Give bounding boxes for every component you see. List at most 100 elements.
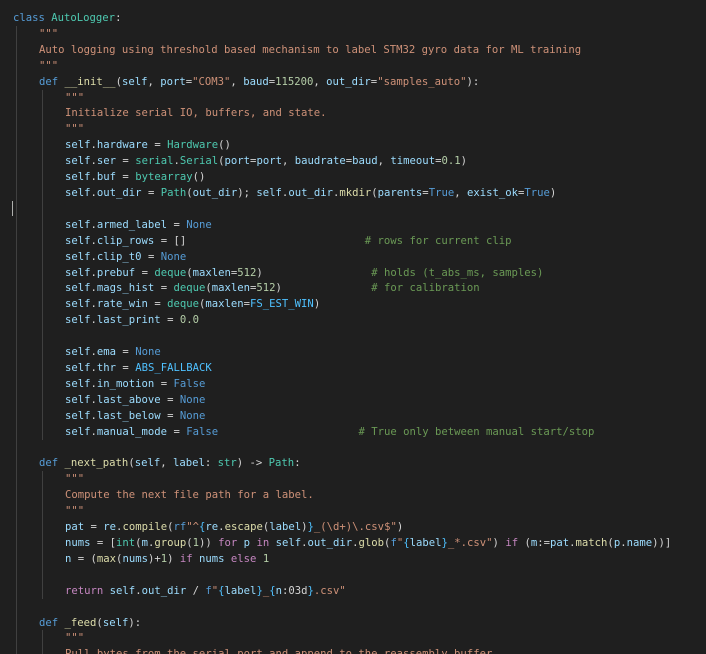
code-token: : bbox=[115, 12, 122, 24]
code-token: _(\d+)\.csv$" bbox=[313, 521, 397, 534]
code-line[interactable]: self.ser = serial.Serial(port=port, baud… bbox=[0, 153, 706, 169]
code-token: self bbox=[65, 314, 91, 327]
code-line[interactable]: self.last_below = None bbox=[0, 408, 706, 424]
code-token: FS_EST_WIN bbox=[250, 298, 314, 311]
code-line-text: """ bbox=[65, 503, 84, 519]
code-line[interactable]: self.clip_t0 = None bbox=[0, 249, 706, 265]
code-token: def bbox=[39, 75, 59, 88]
code-line[interactable]: """ bbox=[0, 471, 706, 487]
code-line[interactable]: pat = re.compile(rf"^{re.escape(label)}_… bbox=[0, 519, 706, 535]
code-line[interactable]: """ bbox=[0, 630, 706, 646]
code-line[interactable]: self.out_dir = Path(out_dir); self.out_d… bbox=[0, 185, 706, 201]
code-line[interactable]: return self.out_dir / f"{label}_{n:03d}.… bbox=[0, 583, 706, 599]
code-token: self bbox=[65, 171, 91, 184]
code-line-text: self.clip_t0 = None bbox=[65, 249, 186, 265]
code-token: ) -> bbox=[236, 457, 269, 470]
code-line[interactable]: Pull bytes from the serial port and appe… bbox=[0, 646, 706, 654]
code-token: True bbox=[524, 187, 550, 199]
code-line[interactable]: """ bbox=[0, 90, 706, 106]
code-token: , bbox=[377, 155, 391, 168]
code-line-text: Pull bytes from the serial port and appe… bbox=[65, 646, 499, 654]
code-token: for bbox=[211, 537, 244, 550]
code-line[interactable]: self.hardware = Hardware() bbox=[0, 137, 706, 153]
code-token: None bbox=[160, 250, 187, 263]
code-line[interactable]: nums = [int(m.group(1)) for p in self.ou… bbox=[0, 535, 706, 551]
code-token: deque bbox=[154, 266, 187, 279]
code-token: = bbox=[147, 139, 168, 152]
code-line[interactable]: self.last_print = 0.0 bbox=[0, 312, 706, 328]
code-token: = bbox=[116, 346, 136, 359]
code-line-text: self.armed_label = None bbox=[65, 217, 212, 233]
code-line[interactable]: self.armed_label = None bbox=[0, 217, 706, 233]
code-line-text: self.manual_mode = False # True only bet… bbox=[65, 424, 594, 440]
code-line-text: """ bbox=[65, 630, 84, 646]
code-token: manual_mode bbox=[96, 425, 168, 438]
code-token: _next_path bbox=[64, 457, 129, 470]
code-token: , bbox=[313, 75, 327, 88]
code-line[interactable]: self.ema = None bbox=[0, 344, 706, 360]
code-line[interactable]: Auto logging using threshold based mecha… bbox=[0, 42, 706, 58]
code-token: ema bbox=[96, 346, 117, 359]
code-line[interactable]: self.buf = bytearray() bbox=[0, 169, 706, 185]
code-line[interactable] bbox=[0, 567, 706, 583]
code-line[interactable]: self.thr = ABS_FALLBACK bbox=[0, 360, 706, 376]
code-line[interactable]: def __init__(self, port="COM3", baud=115… bbox=[0, 74, 706, 90]
code-line[interactable]: self.clip_rows = [] # rows for current c… bbox=[0, 233, 706, 249]
code-token: "samples_auto" bbox=[377, 75, 467, 88]
code-line-text: self.ser = serial.Serial(port=port, baud… bbox=[65, 153, 467, 169]
code-line[interactable]: self.mags_hist = deque(maxlen=512) # for… bbox=[0, 280, 706, 296]
code-editor[interactable]: class AutoLogger: """ Auto logging using t… bbox=[0, 0, 706, 654]
code-line[interactable]: self.prebuf = deque(maxlen=512) # holds … bbox=[0, 265, 706, 281]
code-token: False bbox=[186, 425, 219, 438]
code-token: ) bbox=[313, 298, 321, 311]
code-line[interactable]: """ bbox=[0, 58, 706, 74]
code-token: str bbox=[217, 457, 237, 470]
code-line[interactable]: self.last_above = None bbox=[0, 392, 706, 408]
code-line[interactable]: self.manual_mode = False # True only bet… bbox=[0, 424, 706, 440]
code-token: self bbox=[121, 75, 148, 88]
code-token: Auto logging using threshold based mecha… bbox=[39, 43, 582, 56]
code-line[interactable] bbox=[0, 440, 706, 456]
code-line[interactable]: def _feed(self): bbox=[0, 615, 706, 631]
code-token: _*.csv" bbox=[447, 537, 493, 550]
code-token: # rows for current clip bbox=[364, 234, 512, 247]
code-line[interactable]: Initialize serial IO, buffers, and state… bbox=[0, 105, 706, 121]
code-line[interactable]: """ bbox=[0, 503, 706, 519]
code-token: : bbox=[204, 457, 218, 470]
code-line[interactable]: """ bbox=[0, 121, 706, 137]
code-token: _feed bbox=[64, 616, 97, 629]
code-token: nums bbox=[122, 552, 148, 565]
code-token: None bbox=[179, 409, 206, 422]
code-line-text: self.buf = bytearray() bbox=[65, 169, 205, 185]
code-line-text: """ bbox=[39, 26, 58, 42]
code-token: re bbox=[103, 521, 117, 534]
code-line-text: self.last_below = None bbox=[65, 408, 205, 424]
code-line[interactable] bbox=[0, 599, 706, 615]
code-line-text: """ bbox=[65, 121, 84, 137]
code-token: () bbox=[192, 171, 206, 184]
code-token: armed_label bbox=[96, 218, 168, 231]
code-line[interactable]: self.rate_win = deque(maxlen=FS_EST_WIN) bbox=[0, 296, 706, 312]
code-token: serial bbox=[135, 155, 174, 168]
code-line[interactable]: n = (max(nums)+1) if nums else 1 bbox=[0, 551, 706, 567]
code-token: 512 bbox=[256, 282, 276, 295]
code-token: Path bbox=[268, 457, 295, 470]
code-token: self bbox=[256, 187, 282, 199]
code-line-text: self.mags_hist = deque(maxlen=512) # for… bbox=[65, 280, 480, 296]
code-token: label bbox=[269, 521, 302, 534]
code-line[interactable]: self.in_motion = False bbox=[0, 376, 706, 392]
code-token: maxlen bbox=[211, 282, 251, 295]
code-line[interactable]: """ bbox=[0, 26, 706, 42]
code-line[interactable]: def _next_path(self, label: str) -> Path… bbox=[0, 455, 706, 471]
code-line[interactable]: Compute the next file path for a label. bbox=[0, 487, 706, 503]
code-line[interactable] bbox=[0, 328, 706, 344]
code-line-text: nums = [int(m.group(1)) for p in self.ou… bbox=[65, 535, 671, 551]
code-token: Compute the next file path for a label. bbox=[65, 489, 314, 502]
code-token: self bbox=[65, 266, 91, 279]
code-line-text: self.out_dir = Path(out_dir); self.out_d… bbox=[65, 185, 556, 201]
code-line[interactable]: class AutoLogger: bbox=[0, 10, 706, 26]
code-token: buf bbox=[96, 171, 117, 184]
code-line[interactable] bbox=[0, 201, 706, 217]
code-line-text: """ bbox=[65, 471, 84, 487]
code-token: def bbox=[39, 457, 59, 470]
